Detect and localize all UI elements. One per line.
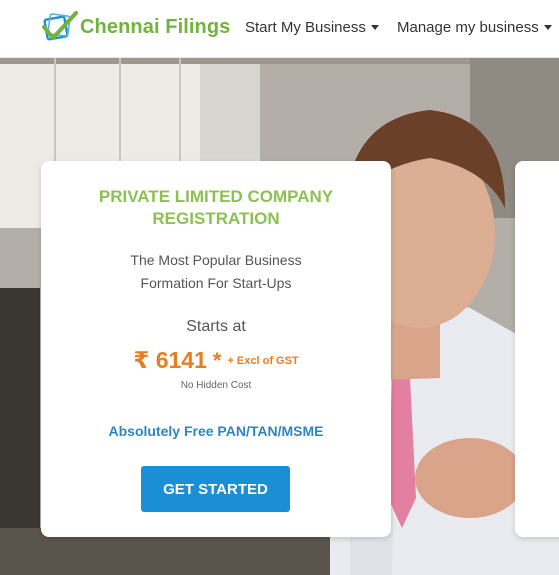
nav-manage-my-business-label: Manage my business [397,19,539,36]
no-hidden-cost-label: No Hidden Cost [180,380,252,391]
price-asterisk: * [212,348,222,373]
card-title: PRIVATE LIMITED COMPANY REGISTRATION [98,187,334,228]
card-description: The Most Popular Business Formation For … [130,252,302,291]
chevron-down-icon [370,25,379,30]
price-amount: ₹ 6141 [133,347,207,373]
nav-start-my-business[interactable]: Start My Business [245,19,379,36]
nav-manage-my-business[interactable]: Manage my business [397,19,552,36]
get-started-button[interactable]: GET STARTED [141,466,290,512]
checkbox-check-logo-icon [42,11,78,41]
hero-banner: PRIVATE LIMITED COMPANY REGISTRATION The… [0,58,559,575]
brand-link[interactable]: Chennai Filings [40,9,230,45]
price-gst-note: + Excl of GST [227,355,299,367]
free-pan-tan-msme-offer: Absolutely Free PAN/TAN/MSME [108,423,324,439]
next-service-card [515,161,559,537]
brand-name: Chennai Filings [80,15,231,38]
price-row: ₹ 6141 * + Excl of GST [41,347,391,374]
chevron-down-icon [543,25,552,30]
service-card-private-limited: PRIVATE LIMITED COMPANY REGISTRATION The… [41,161,391,537]
nav-start-my-business-label: Start My Business [245,19,366,36]
starts-at-label: Starts at [186,318,246,335]
site-header: Chennai Filings Start My Business Manage… [0,0,559,58]
